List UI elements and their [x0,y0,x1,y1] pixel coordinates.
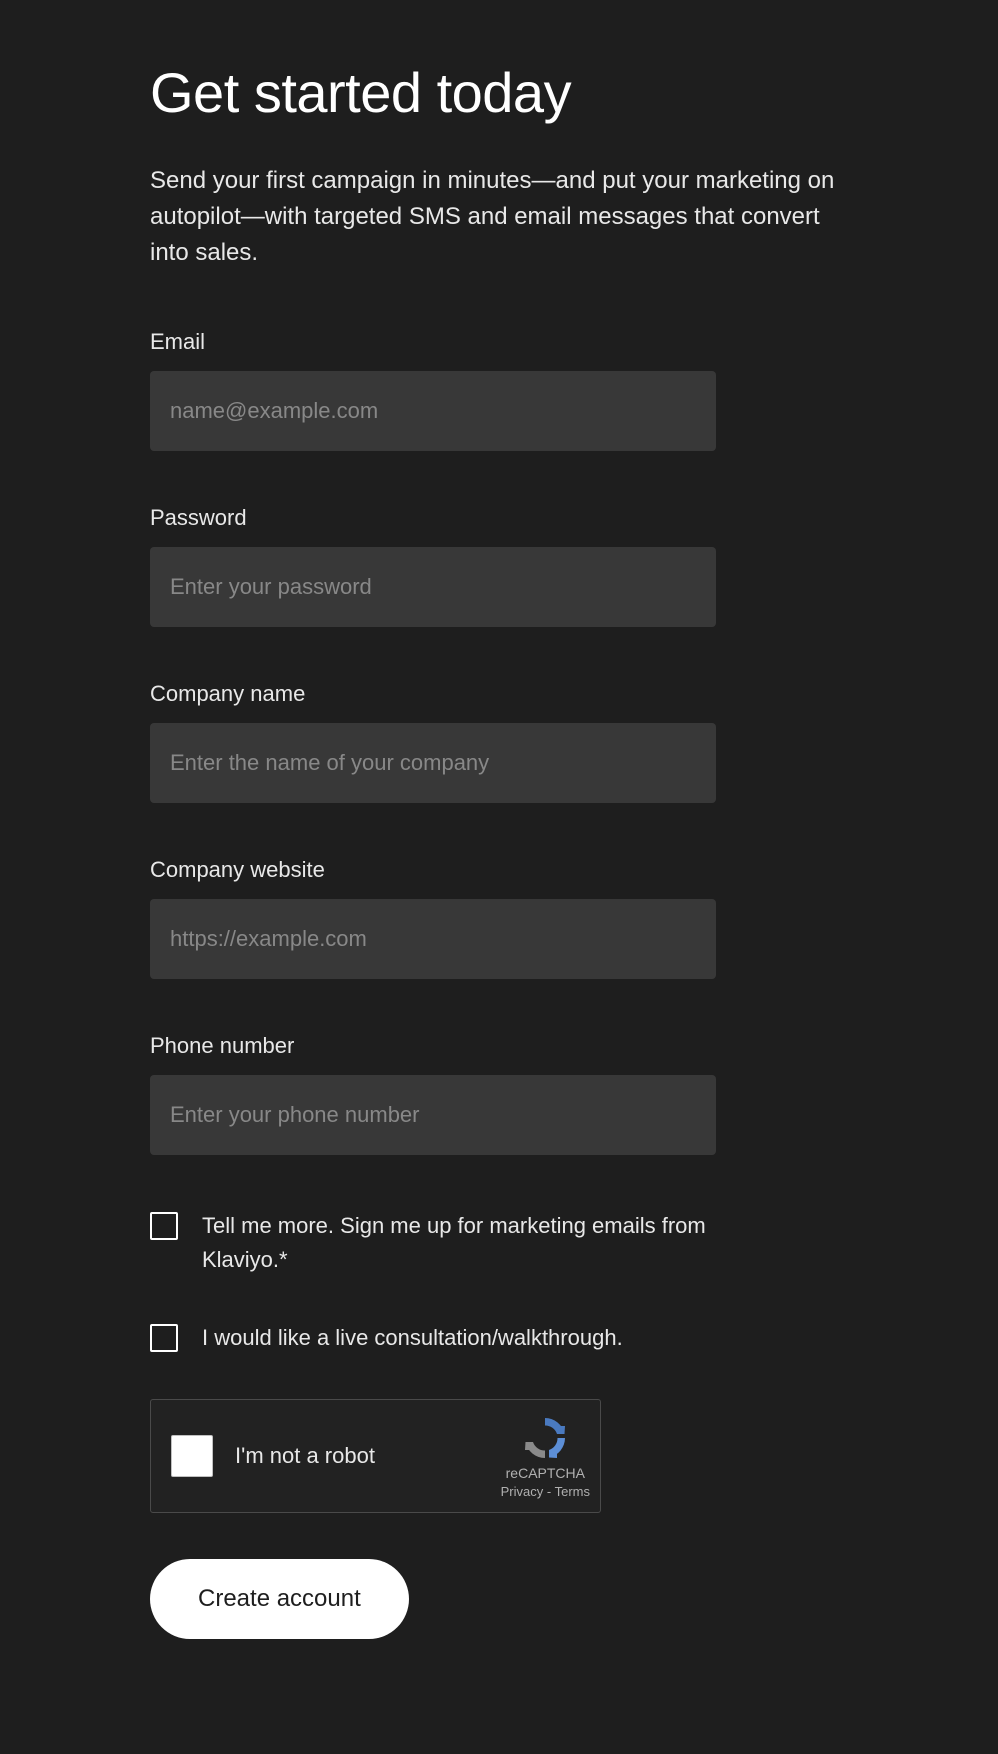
page-subheading: Send your first campaign in minutes—and … [150,163,865,271]
recaptcha-logo-icon [521,1414,569,1462]
company-name-field-group: Company name [150,681,865,803]
email-input[interactable] [150,371,716,451]
email-field-group: Email [150,329,865,451]
company-name-input[interactable] [150,723,716,803]
company-website-label: Company website [150,857,865,883]
recaptcha-links: Privacy - Terms [501,1484,590,1499]
consultation-optin-group: I would like a live consultation/walkthr… [150,1321,865,1355]
phone-label: Phone number [150,1033,865,1059]
phone-field-group: Phone number [150,1033,865,1155]
recaptcha-label: I'm not a robot [235,1443,501,1469]
marketing-optin-label: Tell me more. Sign me up for marketing e… [202,1209,712,1277]
password-label: Password [150,505,865,531]
company-website-input[interactable] [150,899,716,979]
company-website-field-group: Company website [150,857,865,979]
phone-input[interactable] [150,1075,716,1155]
page-title: Get started today [150,60,865,125]
consultation-optin-checkbox[interactable] [150,1324,178,1352]
recaptcha-brand-text: reCAPTCHA [506,1466,585,1480]
consultation-optin-label: I would like a live consultation/walkthr… [202,1321,623,1355]
company-name-label: Company name [150,681,865,707]
recaptcha-widget: I'm not a robot reCAPTCHA Privacy - Term… [150,1399,601,1513]
password-field-group: Password [150,505,865,627]
recaptcha-branding: reCAPTCHA Privacy - Terms [501,1414,590,1499]
recaptcha-privacy-link[interactable]: Privacy [501,1484,544,1499]
signup-form-container: Get started today Send your first campai… [150,60,865,1639]
recaptcha-terms-link[interactable]: Terms [555,1484,590,1499]
marketing-optin-checkbox[interactable] [150,1212,178,1240]
email-label: Email [150,329,865,355]
marketing-optin-group: Tell me more. Sign me up for marketing e… [150,1209,865,1277]
recaptcha-checkbox[interactable] [171,1435,213,1477]
password-input[interactable] [150,547,716,627]
create-account-button[interactable]: Create account [150,1559,409,1639]
